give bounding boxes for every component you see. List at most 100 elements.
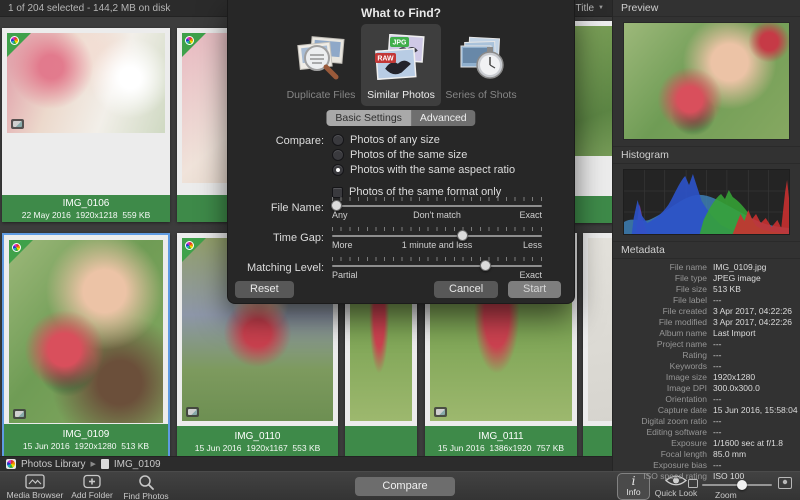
metadata-label: Image DPI [613,383,707,393]
file-info: 15 Jun 2016 1920x1167 553 KB [195,443,321,453]
radio-icon-checked[interactable] [332,164,344,176]
find-photos-icon [138,474,155,490]
slider-track[interactable] [332,205,542,207]
radio-label: Photos with the same aspect ratio [350,164,515,176]
mode-label: Similar Photos [367,89,435,101]
thumbnail-img-0106[interactable]: IMG_0106 22 May 2016 1920x1218 559 KB [2,28,170,222]
metadata-list: File nameIMG_0109.jpgFile typeJPEG image… [613,259,800,481]
slider-ticks [332,197,542,201]
metadata-row: Exposure bias--- [613,459,800,470]
checkbox-icon[interactable] [332,187,343,198]
jpeg-badge [434,407,447,417]
partial-thumbnail[interactable] [583,233,612,456]
metadata-row: Image size1920x1280 [613,371,800,382]
jpeg-badge [186,407,199,417]
slider-scale-labels: Any Don't match Exact [332,210,542,220]
settings-tabs: Basic Settings Advanced [326,110,475,126]
slider-scale-labels: Partial Exact [332,270,542,280]
radio-icon[interactable] [332,149,344,161]
jpg-badge: JPG [392,40,407,47]
metadata-row: File name IMG_0109.jpg [613,261,800,272]
chevron-down-icon: ▼ [598,5,604,11]
metadata-value: 1920x1280 [713,372,755,382]
breadcrumb-current[interactable]: IMG_0109 [114,459,161,470]
series-of-shots-icon [452,34,510,86]
metadata-value: --- [713,394,722,404]
metadata-label: Capture date [613,405,707,415]
slider-track[interactable] [332,265,542,267]
metadata-label: Editing software [613,427,707,437]
photo-img-0106 [7,33,165,133]
thumbnail-img-0109[interactable]: IMG_0109 15 Jun 2016 1920x1280 513 KB [2,233,170,456]
metadata-section-title: Metadata [613,241,800,259]
metadata-label: File modified [613,317,707,327]
metadata-value: --- [713,339,722,349]
metadata-value: 3 Apr 2017, 04:22:26 [713,306,792,316]
find-photos-label: Find Photos [123,491,168,500]
mode-series-of-shots[interactable]: Series of Shots [441,24,521,106]
compare-label: Compare: [228,135,324,147]
metadata-label: Focal length [613,449,707,459]
media-browser-label: Media Browser [7,490,64,500]
time-gap-label: Time Gap: [228,232,324,244]
breadcrumb-root[interactable]: Photos Library [21,459,85,470]
duplicate-files-icon [292,34,350,86]
zoom-slider-thumb[interactable] [737,480,747,490]
app-window: 1 of 204 selected - 144,2 MB on disk by … [0,0,800,500]
photos-pinwheel-icon [185,241,194,250]
find-photos-button[interactable]: Find Photos [120,474,172,500]
slider-track[interactable] [332,235,542,237]
file-name-slider[interactable]: Any Don't match Exact [332,197,542,221]
metadata-value: 15 Jun 2016, 15:58:04 [713,405,798,415]
reset-button[interactable]: Reset [235,281,294,298]
raw-badge: RAW [377,56,394,63]
scale-max: Exact [519,210,542,220]
slider-ticks [332,257,542,261]
add-folder-icon [83,474,101,489]
what-to-find-dialog: What to Find? [228,0,574,303]
radio-label: Photos of any size [350,134,440,146]
metadata-label: Exposure bias [613,460,707,470]
radio-photos-same-aspect-ratio[interactable]: Photos with the same aspect ratio [332,164,515,176]
metadata-row: Digital zoom ratio--- [613,415,800,426]
scale-max: Exact [519,270,542,280]
radio-icon[interactable] [332,134,344,146]
inspector-panel: Preview Histogram Metadata File nameIMG [612,0,800,471]
tab-basic-settings[interactable]: Basic Settings [326,110,411,126]
tab-advanced[interactable]: Advanced [411,110,476,126]
matching-level-slider[interactable]: Partial Exact [332,257,542,281]
metadata-label: File name [613,262,707,272]
metadata-value: IMG_0109.jpg [713,262,766,272]
metadata-value: JPEG image [713,273,761,283]
thumbnail-label [583,426,612,456]
file-name: IMG_0110 [235,431,281,442]
zoom-slider[interactable] [702,484,772,486]
metadata-value: --- [713,350,722,360]
scale-min: More [332,240,353,250]
photos-pinwheel-icon [185,36,194,45]
compare-button[interactable]: Compare [355,477,455,496]
histogram-section-title: Histogram [613,146,800,164]
metadata-row: File size513 KB [613,283,800,294]
metadata-label: Keywords [613,361,707,371]
start-button[interactable]: Start [508,281,561,298]
metadata-label: ISO speed rating [613,471,707,481]
radio-photos-same-size[interactable]: Photos of the same size [332,149,467,161]
mode-duplicate-files[interactable]: Duplicate Files [281,24,361,106]
mode-label: Series of Shots [445,89,516,101]
radio-photos-any-size[interactable]: Photos of any size [332,134,440,146]
add-folder-button[interactable]: Add Folder [68,474,116,500]
media-browser-button[interactable]: Media Browser [6,474,64,500]
mode-similar-photos[interactable]: JPG RAW Similar Photos [361,24,441,106]
metadata-row: Capture date 15 Jun 2016, 15:58:04 [613,404,800,415]
slider-scale-labels: More 1 minute and less Less [332,240,542,250]
thumbnail-label: IMG_0109 15 Jun 2016 1920x1280 513 KB [4,424,168,456]
metadata-label: Digital zoom ratio [613,416,707,426]
time-gap-slider[interactable]: More 1 minute and less Less [332,227,542,251]
cancel-button[interactable]: Cancel [434,281,498,298]
metadata-row: Keywords--- [613,360,800,371]
metadata-row: ISO speed ratingISO 100 [613,470,800,481]
scale-mid: 1 minute and less [402,240,473,250]
add-folder-label: Add Folder [71,490,113,500]
file-name: IMG_0111 [478,431,523,442]
